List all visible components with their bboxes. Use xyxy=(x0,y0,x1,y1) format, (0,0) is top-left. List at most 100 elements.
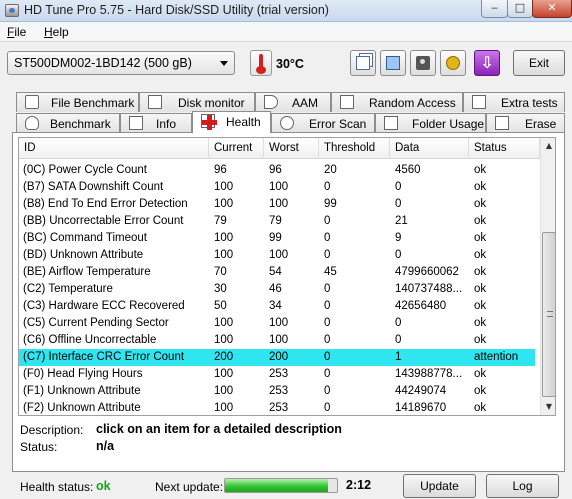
cell-threshold: 0 xyxy=(324,283,331,295)
cell-status: ok xyxy=(474,283,487,295)
cell-current: 100 xyxy=(214,402,234,414)
cell-data: 0 xyxy=(395,181,402,193)
table-row[interactable]: (BC) Command Timeout 100 99 0 9 ok xyxy=(19,230,535,247)
cell-id: (F2) Unknown Attribute xyxy=(23,402,141,414)
cell-threshold: 0 xyxy=(324,385,331,397)
cell-threshold: 0 xyxy=(324,317,331,329)
random-access-icon xyxy=(340,95,354,109)
cell-current: 200 xyxy=(214,351,234,363)
trash-icon xyxy=(495,116,509,130)
copy-button[interactable] xyxy=(350,50,376,76)
column-header-threshold[interactable]: Threshold xyxy=(319,138,390,159)
drive-select[interactable]: ST500DM002-1BD142 (500 gB) xyxy=(7,51,235,75)
tab-random-access[interactable]: Random Access xyxy=(331,92,463,112)
cell-data: 4560 xyxy=(395,164,421,176)
table-row[interactable]: (B7) SATA Downshift Count 100 100 0 0 ok xyxy=(19,179,535,196)
tab-erase[interactable]: Erase xyxy=(486,113,565,133)
tab-benchmark[interactable]: Benchmark xyxy=(16,113,120,133)
tab-aam[interactable]: AAM xyxy=(255,92,331,112)
tab-folder-usage[interactable]: Folder Usage xyxy=(375,113,486,133)
save-button[interactable] xyxy=(380,50,406,76)
exit-button[interactable]: Exit xyxy=(513,50,565,76)
cell-status: ok xyxy=(474,232,487,244)
extra-tests-icon xyxy=(472,95,486,109)
folder-icon xyxy=(384,116,398,130)
close-button[interactable]: ✕ xyxy=(532,0,572,18)
cell-status: ok xyxy=(474,181,487,193)
cell-threshold: 0 xyxy=(324,368,331,380)
tab-extra-tests[interactable]: Extra tests xyxy=(463,92,565,112)
table-row[interactable]: (C2) Temperature 30 46 0 140737488... ok xyxy=(19,281,535,298)
cell-data: 0 xyxy=(395,249,402,261)
cell-id: (C5) Current Pending Sector xyxy=(23,317,169,329)
scroll-up-icon[interactable]: ▲ xyxy=(541,138,555,154)
table-row[interactable]: (C3) Hardware ECC Recovered 50 34 0 42656480… xyxy=(19,298,535,315)
cell-data: 143988778... xyxy=(395,368,463,380)
cell-current: 50 xyxy=(214,300,227,312)
cell-worst: 253 xyxy=(269,385,289,397)
smart-attributes-table[interactable]: ID Current Worst Threshold Data Status (… xyxy=(18,137,556,416)
column-header-current[interactable]: Current xyxy=(209,138,264,159)
minimize-button[interactable]: ‒ xyxy=(481,0,508,18)
log-button[interactable]: Log xyxy=(486,474,559,498)
download-button[interactable]: ⇩ xyxy=(474,50,500,76)
cell-id: (BC) Command Timeout xyxy=(23,232,147,244)
cell-worst: 200 xyxy=(269,351,289,363)
cell-id: (BD) Unknown Attribute xyxy=(23,249,144,261)
tab-label: File Benchmark xyxy=(51,96,135,110)
table-row[interactable]: (C5) Current Pending Sector 100 100 0 0 ok xyxy=(19,315,535,332)
maximize-button[interactable]: □ xyxy=(507,0,533,18)
table-row[interactable]: (F2) Unknown Attribute 100 253 0 14189670 ok xyxy=(19,400,535,415)
tab-label: Random Access xyxy=(369,96,456,110)
status-label: Status: xyxy=(20,440,58,454)
cell-current: 96 xyxy=(214,164,227,176)
cell-threshold: 0 xyxy=(324,402,331,414)
menu-file[interactable]: File xyxy=(7,25,26,39)
table-row[interactable]: (B8) End To End Error Detection 100 100 99 0… xyxy=(19,196,535,213)
cell-status: ok xyxy=(474,164,487,176)
cell-data: 14189670 xyxy=(395,402,447,414)
cell-id: (BE) Airflow Temperature xyxy=(23,266,151,278)
cell-worst: 253 xyxy=(269,402,289,414)
cell-id: (F0) Head Flying Hours xyxy=(23,368,143,380)
table-row[interactable]: (BE) Airflow Temperature 70 54 45 4799660062… xyxy=(19,264,535,281)
cell-status: ok xyxy=(474,334,487,346)
table-scrollbar[interactable]: ▲ ▼ xyxy=(540,138,555,415)
column-header-worst[interactable]: Worst xyxy=(264,138,319,159)
table-row[interactable]: (C7) Interface CRC Error Count 200 200 0 1 at… xyxy=(19,349,535,366)
update-button[interactable]: Update xyxy=(403,474,476,498)
menu-bar: File Help xyxy=(0,22,572,42)
table-row[interactable]: (BB) Uncorrectable Error Count 79 79 0 21 ok xyxy=(19,213,535,230)
tab-file-benchmark[interactable]: File Benchmark xyxy=(16,92,139,112)
menu-help[interactable]: Help xyxy=(44,25,69,39)
tab-label: Benchmark xyxy=(50,117,111,131)
health-cross-icon xyxy=(201,114,217,130)
options-button[interactable] xyxy=(440,50,466,76)
cell-data: 140737488... xyxy=(395,283,463,295)
cell-worst: 100 xyxy=(269,198,289,210)
tab-info[interactable]: Info xyxy=(120,113,192,133)
tab-disk-monitor[interactable]: Disk monitor xyxy=(139,92,255,112)
table-row[interactable]: (0C) Power Cycle Count 96 96 20 4560 ok xyxy=(19,162,535,179)
table-header: ID Current Worst Threshold Data Status xyxy=(19,138,540,159)
column-header-data[interactable]: Data xyxy=(390,138,469,159)
table-row[interactable]: (C6) Offline Uncorrectable 100 100 0 0 ok xyxy=(19,332,535,349)
table-row[interactable]: (F0) Head Flying Hours 100 253 0 143988778..… xyxy=(19,366,535,383)
tab-error-scan[interactable]: Error Scan xyxy=(271,113,375,133)
cell-worst: 100 xyxy=(269,181,289,193)
screenshot-button[interactable] xyxy=(410,50,436,76)
tab-health[interactable]: Health xyxy=(192,111,271,133)
cell-threshold: 20 xyxy=(324,164,337,176)
scrollbar-thumb[interactable] xyxy=(542,232,555,397)
table-row[interactable]: (BD) Unknown Attribute 100 100 0 0 ok xyxy=(19,247,535,264)
cell-current: 100 xyxy=(214,368,234,380)
cell-id: (C3) Hardware ECC Recovered xyxy=(23,300,185,312)
table-row[interactable]: (F1) Unknown Attribute 100 253 0 44249074 ok xyxy=(19,383,535,400)
scroll-down-icon[interactable]: ▼ xyxy=(541,399,555,415)
options-icon xyxy=(446,56,460,70)
column-header-id[interactable]: ID xyxy=(19,138,209,159)
file-benchmark-icon xyxy=(25,95,39,109)
cell-worst: 100 xyxy=(269,334,289,346)
drive-select-value: ST500DM002-1BD142 (500 gB) xyxy=(14,56,192,70)
column-header-status[interactable]: Status xyxy=(469,138,540,159)
